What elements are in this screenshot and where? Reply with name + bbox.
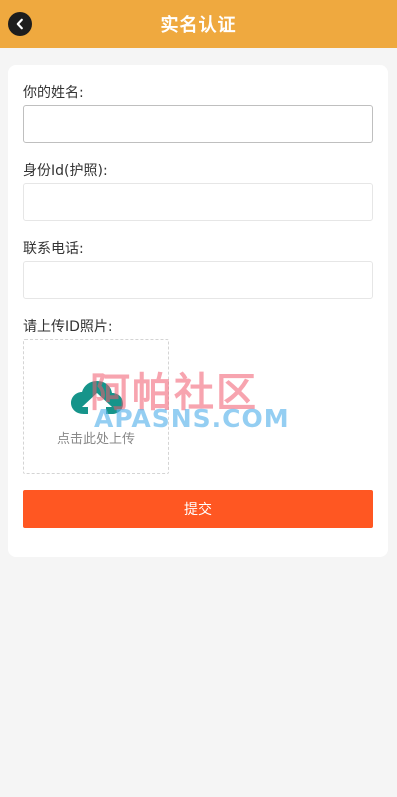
chevron-left-icon (16, 18, 23, 30)
name-label: 你的姓名: (23, 85, 84, 101)
phone-input[interactable] (23, 261, 373, 299)
submit-button[interactable]: 提交 (23, 490, 373, 528)
verification-form: 你的姓名: 身份Id(护照): 联系电话: 请上传ID照片: 点击此处上传 提交 (8, 65, 388, 557)
app-header: 实名认证 (0, 0, 397, 48)
cloud-upload-icon (71, 381, 123, 414)
id-label: 身份Id(护照): (23, 163, 108, 179)
page-title: 实名认证 (160, 15, 237, 36)
photo-upload-area[interactable]: 点击此处上传 (23, 339, 169, 474)
back-button[interactable] (8, 12, 32, 36)
id-input[interactable] (23, 183, 373, 221)
photo-label: 请上传ID照片: (23, 319, 113, 335)
phone-label: 联系电话: (23, 241, 84, 257)
name-input[interactable] (23, 105, 373, 143)
upload-hint: 点击此处上传 (56, 432, 135, 447)
